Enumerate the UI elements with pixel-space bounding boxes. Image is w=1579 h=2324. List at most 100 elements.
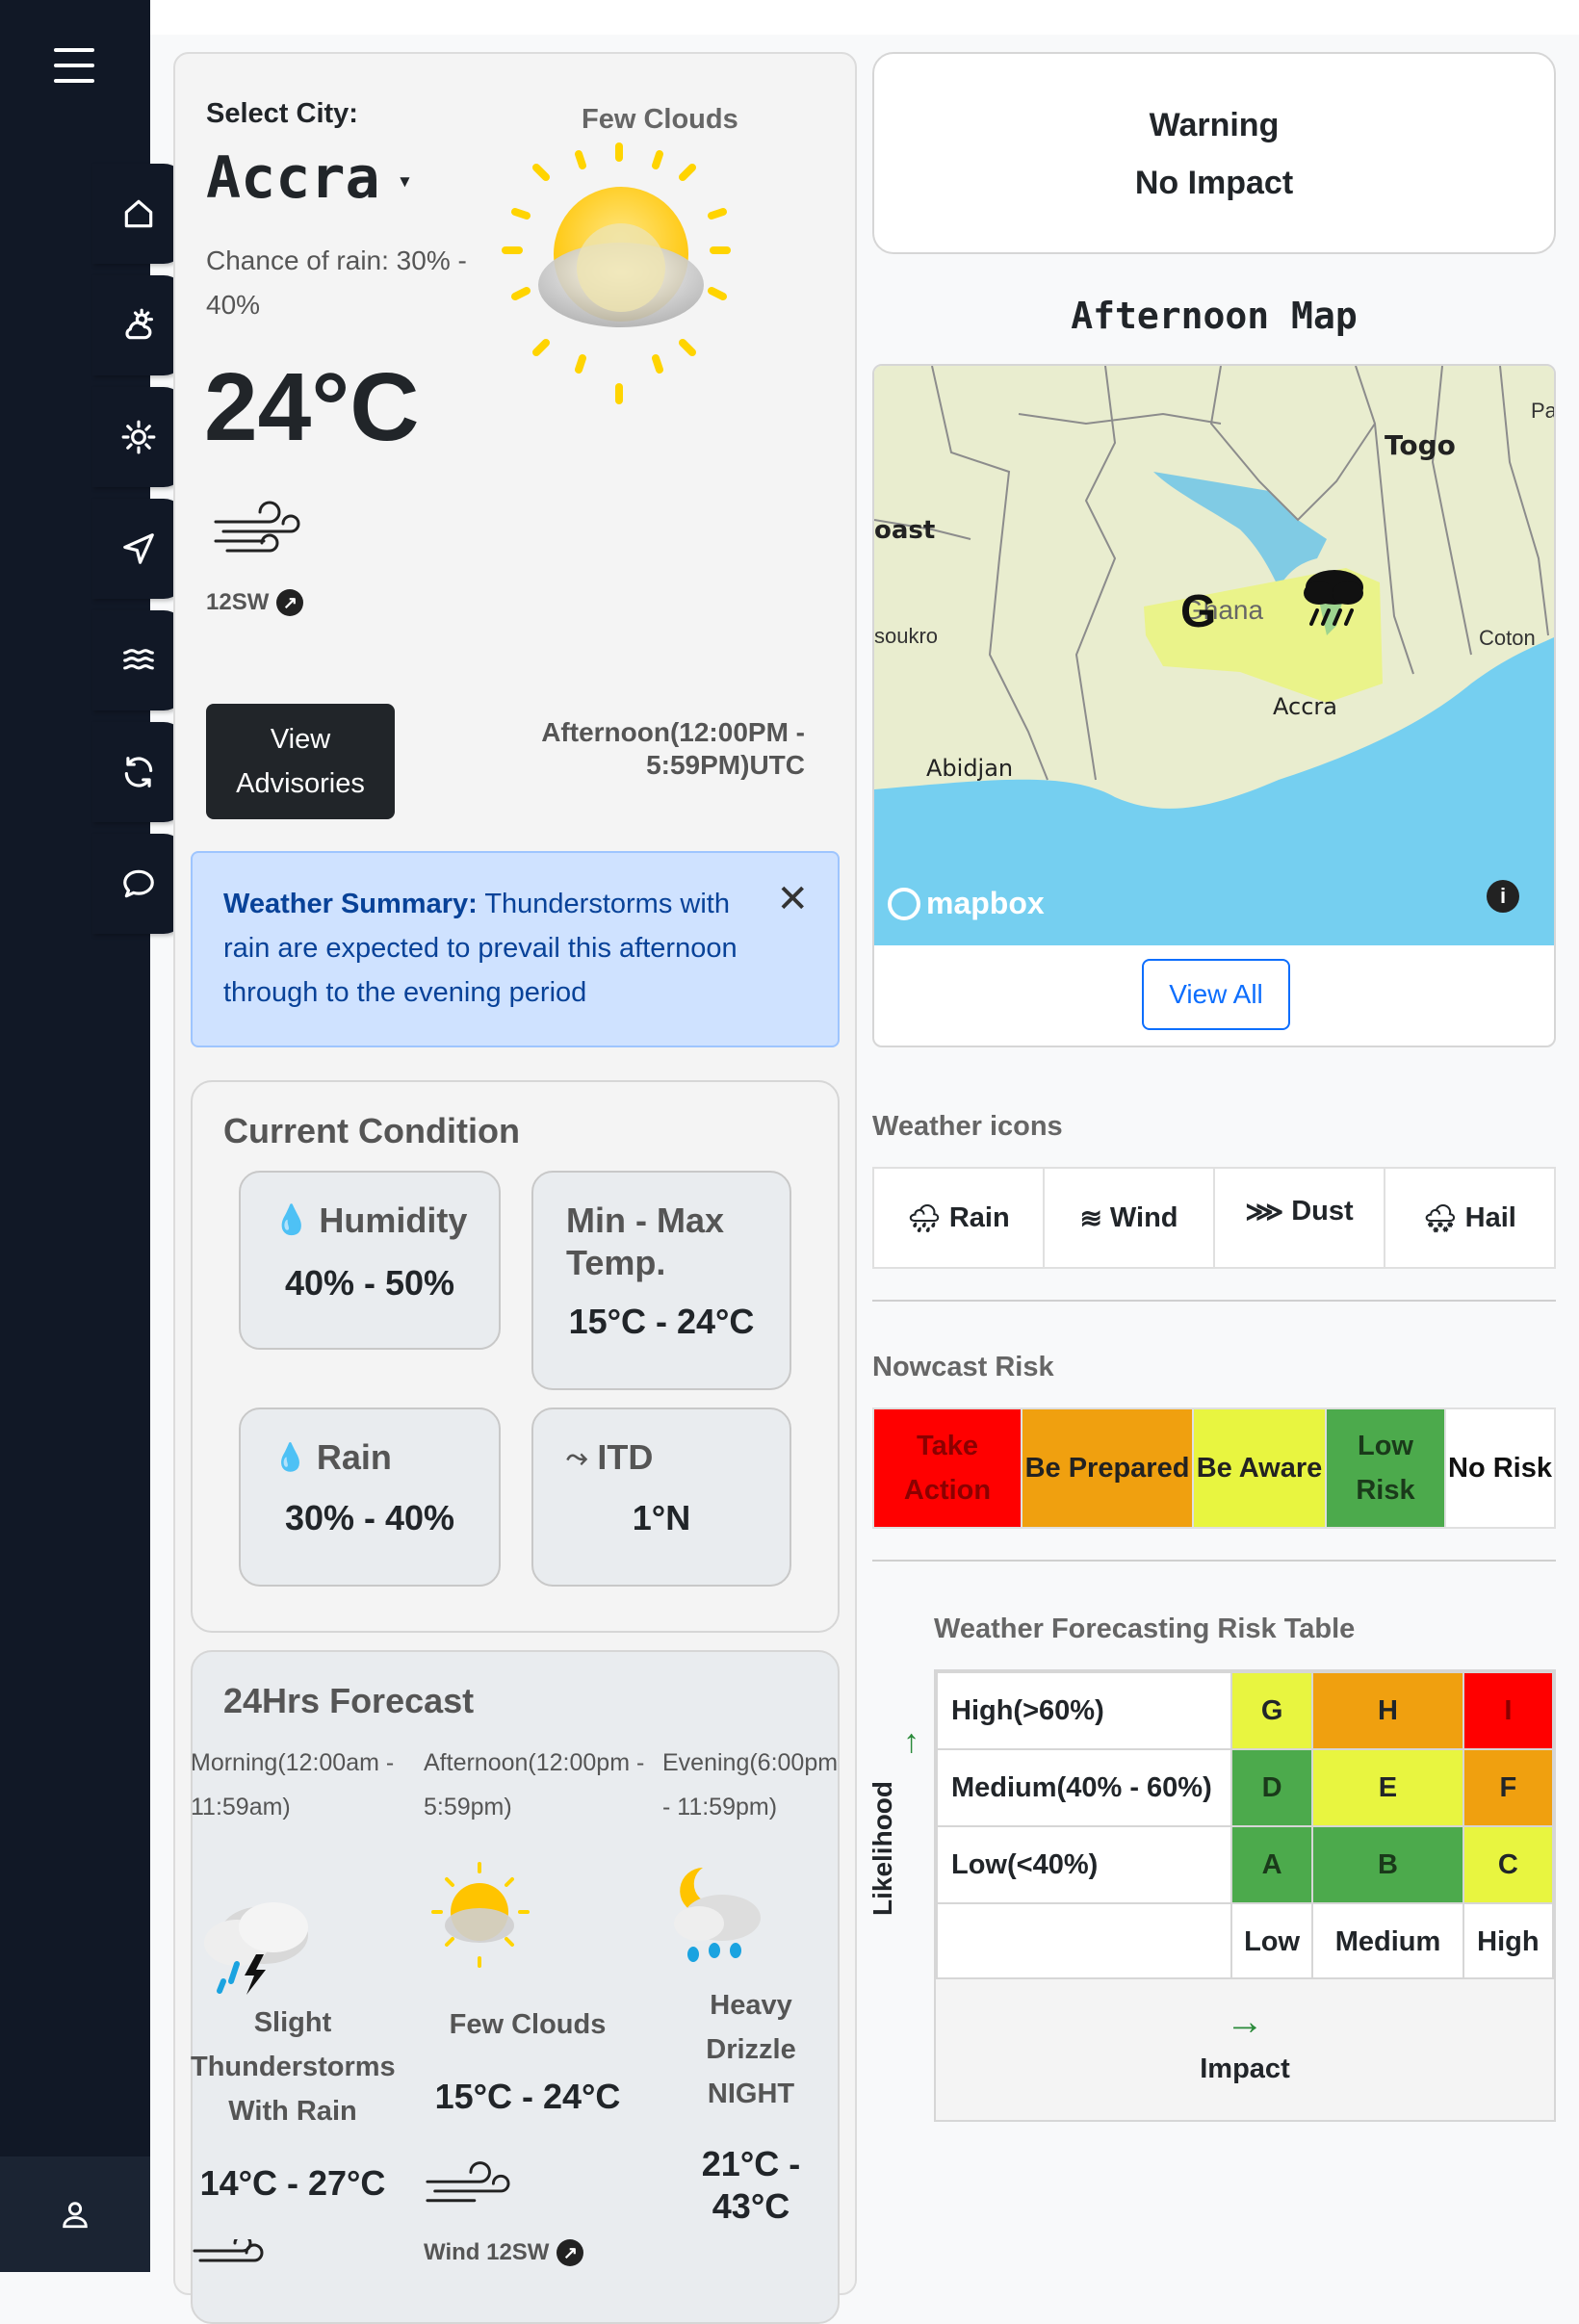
current-condition-text: Few Clouds — [582, 104, 738, 135]
city-dropdown[interactable]: Accra ▾ — [206, 144, 412, 212]
dust-icon: ⋙ — [1245, 1197, 1284, 1227]
risk-cell-c: C — [1462, 1825, 1555, 1904]
wind-icon: ≋ — [1079, 1202, 1102, 1233]
forecast-wind-text: Wind 12SW — [424, 2239, 550, 2265]
row-label-high: High(>60%) — [936, 1671, 1232, 1750]
current-condition-title: Current Condition — [223, 1111, 520, 1150]
rain-marker-icon[interactable] — [1298, 564, 1371, 632]
current-temperature: 24°C — [204, 353, 420, 461]
risk-cell-a: A — [1230, 1825, 1314, 1904]
weather-icons-table: 🌧 Rain ≋ Wind ⋙ Dust 🌨 Hail — [872, 1167, 1556, 1269]
weather-icon-wind: ≋ Wind — [1045, 1169, 1215, 1267]
forecast-period: Afternoon(12:00PM - 5:59PM)UTC — [516, 716, 805, 782]
itd-label: ITD — [597, 1437, 654, 1477]
mapbox-logo[interactable]: mapbox — [888, 886, 1045, 921]
wind-icon — [426, 2161, 510, 2203]
wind-icon — [214, 501, 300, 553]
period-text: Afternoon(12:00PM - 5:59PM)UTC — [541, 717, 805, 780]
humidity-heading: 💧 Humidity — [273, 1200, 467, 1242]
risk-cell-f: F — [1462, 1748, 1555, 1827]
weather-icon-dust: ⋙ Dust — [1215, 1169, 1385, 1267]
rain-value: 30% - 40% — [284, 1498, 455, 1537]
arrow-right-icon: → — [1226, 2001, 1264, 2043]
info-icon[interactable]: i — [1487, 880, 1519, 913]
row-label-low: Low(<40%) — [936, 1825, 1232, 1904]
warning-title: Warning — [1149, 107, 1280, 143]
risk-cell-e: E — [1311, 1748, 1464, 1827]
itd-icon: ⤳ — [566, 1442, 588, 1472]
hail-cloud-icon: 🌨 — [1423, 1202, 1458, 1233]
rain-label: Rain — [316, 1437, 392, 1477]
view-all-button[interactable]: View All — [1142, 959, 1290, 1030]
itd-card: ⤳ ITD 1°N — [531, 1407, 791, 1587]
summary-title: Weather Summary: — [223, 889, 478, 919]
thunderstorm-icon — [204, 1902, 308, 1995]
risk-no-risk: No Risk — [1446, 1409, 1554, 1527]
likelihood-label: Likelihood — [867, 1781, 897, 1916]
itd-heading: ⤳ ITD — [566, 1436, 653, 1479]
column-label-low: Low — [1230, 1902, 1314, 1981]
forecast-condition-evening: Heavy Drizzle NIGHT — [706, 1990, 796, 2109]
map-label-soukro: soukro — [874, 624, 939, 648]
top-bar — [150, 0, 1579, 35]
temperature-card: Min - Max Temp. 15°C - 24°C — [531, 1171, 791, 1390]
wind-speed-text: 12SW — [206, 589, 270, 615]
humidity-icon: 💧 — [273, 1204, 310, 1236]
risk-cell-i: I — [1462, 1671, 1555, 1750]
few-clouds-icon — [431, 1862, 530, 1968]
forecast-title: 24Hrs Forecast — [223, 1681, 475, 1720]
sun-icon[interactable] — [92, 387, 185, 487]
nowcast-risk-legend: Take Action Be Prepared Be Aware Low Ris… — [872, 1407, 1556, 1529]
risk-be-prepared: Be Prepared — [1022, 1409, 1194, 1527]
row-label-medium: Medium(40% - 60%) — [936, 1748, 1232, 1827]
close-icon[interactable]: ✕ — [776, 880, 809, 918]
empty-cell — [936, 1902, 1232, 1981]
map-label-abidjan: Abidjan — [926, 755, 1014, 782]
forecast-condition-afternoon: Few Clouds — [449, 2009, 607, 2040]
mapbox-logo-text: mapbox — [926, 886, 1045, 920]
weather-icon-rain: 🌧 Rain — [874, 1169, 1045, 1267]
rain-chance-text: Chance of rain: 30% - 40% — [206, 245, 467, 320]
risk-table-title: Weather Forecasting Risk Table — [934, 1614, 1356, 1644]
g-marker-icon[interactable]: G — [1180, 585, 1216, 638]
forecast-time-afternoon: Afternoon(12:00pm - 5:59pm) — [424, 1749, 645, 1820]
refresh-icon[interactable] — [92, 722, 185, 822]
partly-cloudy-icon[interactable] — [92, 275, 185, 375]
home-icon[interactable] — [92, 164, 185, 264]
wind-icon — [193, 2239, 264, 2262]
waves-icon[interactable] — [92, 610, 185, 710]
risk-cell-h: H — [1311, 1671, 1464, 1750]
chevron-down-icon: ▾ — [397, 167, 413, 196]
rain-drop-icon: 💧 — [273, 1442, 307, 1472]
map-title: Afternoon Map — [1071, 295, 1358, 337]
humidity-card: 💧 Humidity 40% - 50% — [239, 1171, 501, 1350]
weather-icon-rain-label: Rain — [948, 1201, 1010, 1233]
column-label-high: High — [1462, 1902, 1555, 1981]
risk-be-aware: Be Aware — [1194, 1409, 1327, 1527]
risk-cell-g: G — [1230, 1671, 1314, 1750]
map-card: Togo Para oast soukro Ghana G Coton Accr… — [872, 364, 1556, 1047]
weather-summary-alert: Weather Summary: Thunderstorms with rain… — [191, 851, 840, 1047]
map-label-accra: Accra — [1273, 693, 1337, 720]
forecast-temp-afternoon: 15°C - 24°C — [434, 2077, 621, 2116]
chat-icon[interactable] — [92, 834, 185, 934]
wind-speed: 12SW ↗ — [206, 589, 304, 616]
warning-box: Warning No Impact — [872, 52, 1556, 254]
view-advisories-button[interactable]: View Advisories — [206, 704, 395, 819]
warning-status: No Impact — [1134, 165, 1294, 201]
menu-toggle-button[interactable] — [54, 48, 94, 83]
column-label-medium: Medium — [1311, 1902, 1464, 1981]
navigation-icon[interactable] — [92, 499, 185, 599]
sidebar — [0, 0, 185, 2272]
night-drizzle-icon — [674, 1868, 761, 1962]
user-profile-icon[interactable] — [0, 2156, 150, 2272]
forecast-temp-morning: 14°C - 27°C — [199, 2163, 386, 2203]
risk-cell-b: B — [1311, 1825, 1464, 1904]
city-select-label: Select City: — [206, 98, 358, 129]
arrow-up-icon: ↑ — [903, 1723, 919, 1760]
weather-icon-wind-label: Wind — [1109, 1201, 1178, 1233]
rain-cloud-icon: 🌧 — [907, 1202, 942, 1233]
weather-icons-title: Weather icons — [872, 1111, 1063, 1142]
mapbox-logo-icon — [888, 887, 920, 920]
impact-label: Impact — [1200, 2053, 1290, 2084]
